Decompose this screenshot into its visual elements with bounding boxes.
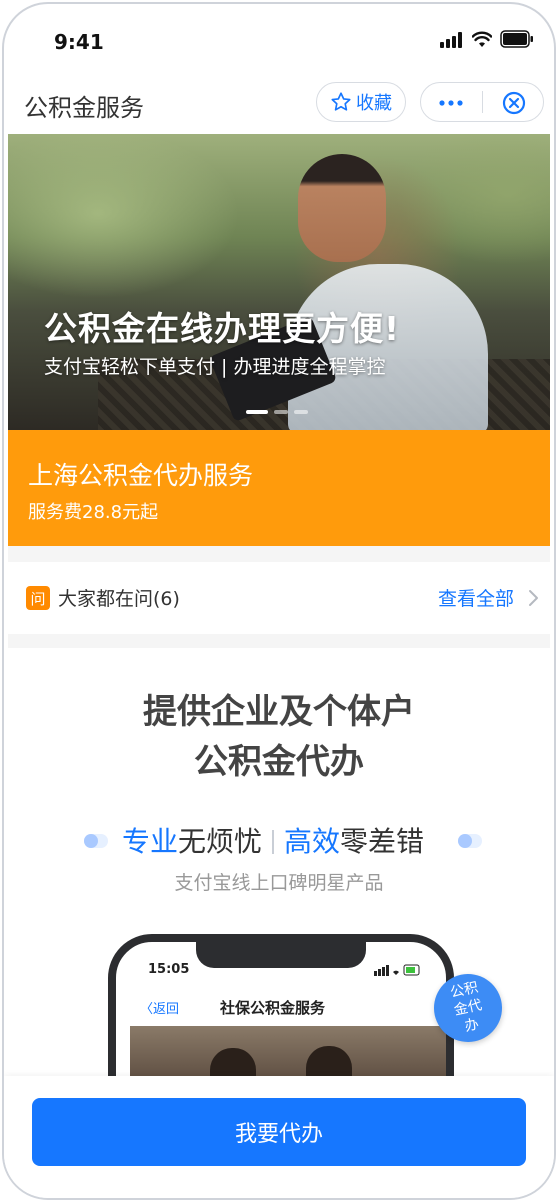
faq-label: 大家都在问(6) [58, 588, 180, 610]
slogan-divider [272, 830, 275, 854]
mockup-notch [196, 942, 366, 968]
mockup-photo [130, 1026, 446, 1078]
mockup-back-label: 返回 [153, 1002, 180, 1017]
phone-mockup: 15:05 〈返回 社保公积金服务 [108, 934, 454, 1078]
promo-tagline: 支付宝线上口碑明星产品 [174, 872, 384, 894]
banner-photo-head [298, 154, 386, 262]
question-badge-icon: 问 [26, 586, 50, 610]
collect-label: 收藏 [356, 93, 392, 114]
page-title: 公积金服务 [24, 94, 144, 122]
decor-pill-right [458, 834, 482, 848]
more-button[interactable] [421, 83, 481, 123]
slogan-b-rest: 零差错 [340, 825, 425, 858]
close-circle-icon [502, 91, 526, 115]
carousel-indicator [246, 410, 308, 414]
apply-button[interactable]: 我要代办 [32, 1098, 526, 1166]
slogan-text: 专业无烦忧 高效零差错 [122, 820, 424, 860]
view-all-link[interactable]: 查看全部 [438, 584, 514, 611]
slogan-a-rest: 无烦忧 [178, 825, 263, 858]
banner-headline: 公积金在线办理更方便! [44, 309, 401, 348]
faq-row[interactable]: 问 大家都在问(6) 查看全部 [8, 562, 550, 634]
status-bar: 9:41 [4, 4, 554, 76]
collect-button[interactable]: 收藏 [316, 82, 406, 122]
promo-section: 提供企业及个体户 公积金代办 专业无烦忧 高效零差错 支付宝线上口碑明星产品 15… [8, 648, 550, 1078]
cellular-signal-icon [440, 32, 462, 48]
mini-program-capsule [420, 82, 544, 122]
hero-banner[interactable]: 公积金在线办理更方便! 支付宝轻松下单支付 | 办理进度全程掌控 [8, 134, 550, 430]
bottom-action-bar: 我要代办 [4, 1076, 554, 1198]
phone-frame: 9:41 公积金服务 收藏 公积金在线办理更方便! 支付宝轻松下单支付 | 办理… [2, 2, 556, 1200]
more-dots-icon [439, 100, 463, 106]
status-time: 9:41 [54, 30, 104, 54]
close-button[interactable] [485, 83, 543, 123]
promo-headline-line1: 提供企业及个体户 [143, 692, 415, 732]
bubble-text: 公积金代办 [448, 979, 484, 1035]
carousel-dot-2[interactable] [274, 410, 288, 414]
decor-pill-left [84, 834, 108, 848]
slogan-b-highlight: 高效 [284, 825, 341, 858]
mockup-title: 社保公积金服务 [220, 999, 326, 1017]
carousel-dot-1[interactable] [246, 410, 268, 414]
service-title: 上海公积金代办服务 [28, 461, 254, 490]
battery-icon [500, 30, 533, 48]
slogan-a-highlight: 专业 [122, 825, 179, 858]
mockup-time: 15:05 [148, 962, 190, 977]
service-price: 服务费28.8元起 [28, 502, 159, 523]
promo-slogan: 专业无烦忧 高效零差错 [8, 820, 550, 860]
mockup-back-link: 〈返回 [140, 1002, 180, 1017]
banner-subline: 支付宝轻松下单支付 | 办理进度全程掌控 [44, 356, 386, 378]
capsule-divider [482, 91, 483, 113]
carousel-dot-3[interactable] [294, 410, 308, 414]
section-divider [8, 634, 550, 648]
nav-bar: 公积金服务 收藏 [4, 76, 554, 132]
mockup-status-icons [374, 964, 420, 976]
chevron-right-icon [529, 590, 538, 606]
star-icon [331, 92, 351, 111]
promo-headline-line2: 公积金代办 [194, 742, 364, 782]
section-divider [8, 546, 550, 562]
wifi-icon [472, 31, 492, 47]
service-card: 上海公积金代办服务 服务费28.8元起 [8, 430, 550, 546]
